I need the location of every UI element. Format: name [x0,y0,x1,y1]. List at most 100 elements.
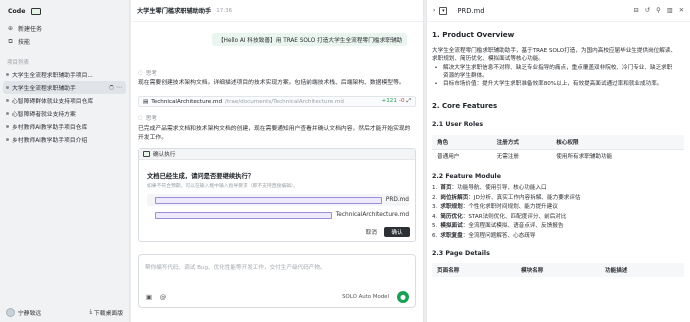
module-item: 2. 岗位拆解页：JD分析、真实工作内容拆解、能力要求评估 [432,194,682,204]
project-dot-icon [6,73,9,76]
item-value: ：全流程面试模拟、语音点评、反馈报告 [462,223,564,229]
item-number: 1. [432,185,438,191]
user-profile[interactable]: 宁静致远 [6,307,41,317]
doc-content: 1. Product Overview 大学生全流程零门槛求职辅助助手，基于TR… [432,30,684,277]
confirm-card: 确认执行 文档已经生成，请问是否要继续执行？ 如果不符合预期，可以在输入框中输入… [138,148,416,242]
doc-option[interactable]: PRD.md [147,194,409,206]
sidebar-footer: 宁静致远 ⤓ 下载桌面版 [0,302,129,322]
pages-table: 页面名称 模块名称 功能描述 [432,263,684,277]
project-item[interactable]: 乡村教师AI教学助手项目介绍 [0,133,129,146]
table-cell: 无需注册 [491,148,552,163]
sidebar-toggle-icon[interactable] [31,7,42,15]
project-label: 大学生全流程求职辅助手 [12,86,76,92]
download-label: 下载桌面版 [94,310,123,317]
doc-tab-name[interactable]: PRD.md [457,7,484,15]
model-selector[interactable]: SOLO Auto Model [342,294,389,300]
item-value: ：功能导航、使用引导、核心功能入口 [451,185,547,191]
table-header-cell: 角色 [432,135,492,149]
table-header-cell: 页面名称 [432,263,516,277]
item-value: ：全流程问题解答、心态疏导 [462,232,536,239]
confirm-question: 文档已经生成，请问是否要继续执行？ [147,173,255,180]
chat-header: 大学生零门槛求职辅助助手 17:36 [131,0,423,22]
table-cell: 普通用户 [432,148,492,163]
doc-toolbar: ⊟ ↺ ⚲ ▥ ✕ [634,7,684,14]
terminal-icon [143,151,150,157]
item-key: 岗位拆解页 [440,194,469,201]
sidebar-header: Code [0,0,129,22]
project-dot-icon [6,125,9,128]
heading-core-features: 2. Core Features [432,102,498,110]
project-label: 心智障碍群体就业支持项目仓库 [12,99,94,105]
table-header-cell: 核心权限 [551,135,684,149]
bullet-text: 目标市场价值：提升大学生求职准备效率80%以上，有效提高面试通过率和就业成功率。 [443,81,663,87]
cancel-button[interactable]: 取消 [359,227,383,237]
skills-button[interactable]: ⧉ 技能 [0,35,129,48]
project-label: 乡村教师AI教学助手项目仓库 [12,125,88,131]
chat-input[interactable]: 帮你编写代码、调试 Bug、优化性能等开发工作，交付生产级代码产物。 ▣ @ S… [138,254,416,308]
bullet-item: • 目标市场价值：提升大学生求职准备效率80%以上，有效提高面试通过率和就业成功… [432,80,682,88]
download-icon: ⤓ [89,308,92,315]
new-task-label: 新建任务 [18,26,43,33]
file-icon: ▤ [143,98,149,105]
project-item[interactable]: 心智障碍群体就业支持项目仓库 [0,94,129,107]
item-number: 5. [432,223,438,229]
project-item[interactable]: 乡村教师AI教学助手项目仓库 [0,120,129,133]
table-row: 普通用户 无需注册 使用所有求职辅助功能 [432,148,684,163]
heading-page-details: 2.3 Page Details [432,250,490,257]
mention-icon[interactable]: @ [159,293,167,301]
project-dot-icon [6,86,9,89]
chat-panel: 大学生零门槛求职辅助助手 17:36 【Hello AI 科技致善】用 TRAE… [131,0,424,322]
send-button[interactable]: ● [397,291,409,303]
project-item[interactable]: 心智障碍者就业支持方案 [0,107,129,120]
item-key: 首页 [440,185,452,191]
more-icon[interactable]: ⋯ [116,84,122,91]
doc-paragraph: 求职规划、简历优化、模拟面试等核心功能。 [432,56,544,62]
item-number: 2. [432,194,438,201]
project-item[interactable]: 大学生全流程求职辅助手项目... [0,68,129,81]
tab-menu-icon[interactable]: ⊟ [634,7,639,14]
thinking-toggle[interactable]: ◌ 思考 [138,114,157,122]
heading-feature-module: 2.2 Feature Module [432,173,501,180]
project-list-heading: 项目列表 [7,60,30,66]
doc-option-label: PRD.md [385,197,409,203]
assistant-paragraph: 现在需要创建技术架构文档。详细描述项目的技术实现方案。包括前端技术栈、后端架构、… [138,80,405,86]
thinking-toggle[interactable]: ◌ 思考 [138,69,157,77]
confirm-header-label: 确认执行 [153,152,176,158]
project-label: 乡村教师AI教学助手项目介绍 [12,138,88,144]
doc-option[interactable]: TechnicalArchitecture.md [147,209,409,221]
confirm-button[interactable]: 确认 [384,227,410,237]
confirm-header: 确认执行 [139,149,415,160]
history-icon[interactable]: ↺ [645,7,650,14]
item-number: 6. [432,232,438,239]
bullet-item: • 解决大学生求职信息不对称、缺乏专业指导的痛点，重点覆盖双非院校、冷门专业、缺… [432,64,682,80]
thinking-icon: ◌ [138,115,143,121]
assistant-paragraph: 已完成产品需求文档和技术架构文档的创建，现在需要通知用户查看并确认文档内容，然后… [138,126,411,141]
bullet-text: 解决大学生求职信息不对称、缺乏专业指导的痛点，重点覆盖双非院校、冷门专业、缺乏求… [443,65,673,71]
new-task-button[interactable]: ⊕ 新建任务 [0,22,129,35]
lines-removed: -0 [398,98,405,104]
bullet-text: 资源的学生群体。 [443,73,488,79]
module-item: 5. 模拟面试：全流程面试模拟、语音点评、反馈报告 [432,222,682,232]
file-change-chip[interactable]: ▤ TechnicalArchitecture.md /trae/documen… [138,96,416,107]
mode-label[interactable]: Code [6,7,27,16]
expand-icon[interactable]: ⤢ [407,98,411,105]
table-cell: 使用所有求职辅助功能 [551,148,684,163]
pin-icon[interactable]: ⚲ [656,7,661,14]
document-icon [155,196,382,204]
heading-product-overview: 1. Product Overview [432,30,515,39]
project-item-active[interactable]: 大学生全流程求职辅助手 ⋯ [3,81,126,94]
image-attach-icon[interactable]: ▣ [145,293,153,301]
sidebar: Code ⊕ 新建任务 ⧉ 技能 项目列表 大学生全流程求职辅助手项目... 大… [0,0,130,322]
chevron-right-icon[interactable]: › [433,7,435,14]
chat-title: 大学生零门槛求职辅助助手 [137,8,212,15]
avatar [6,307,15,317]
layout-icon[interactable]: ▥ [667,7,673,14]
item-key: 求职规划 [440,204,463,210]
heading-user-roles: 2.1 User Roles [432,121,484,128]
skills-icon: ⧉ [8,37,13,45]
download-desktop-button[interactable]: ⤓ 下载桌面版 [89,308,123,317]
table-header-cell: 功能描述 [600,263,684,277]
chat-time: 17:36 [216,7,233,14]
close-icon[interactable]: ✕ [679,7,684,14]
thinking-label: 思考 [145,116,157,122]
